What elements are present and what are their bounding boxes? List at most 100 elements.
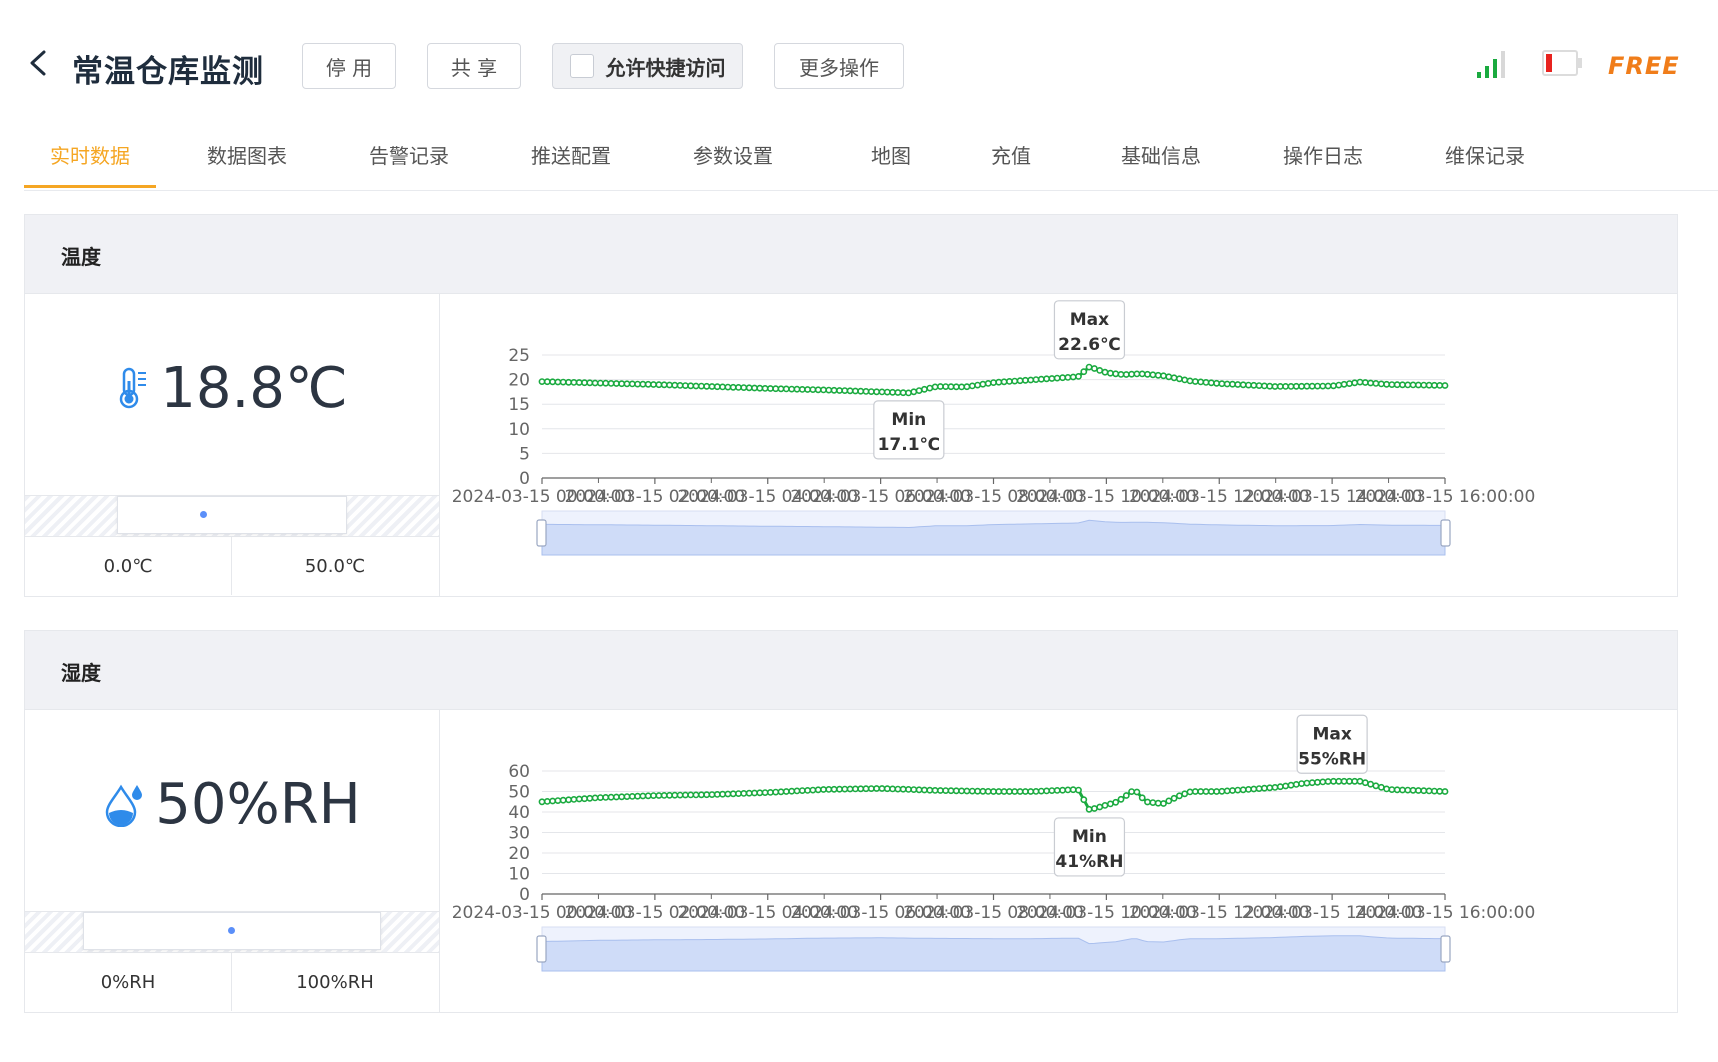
temperature-data-point	[942, 383, 950, 390]
temperature-data-point	[596, 379, 604, 387]
humidity-data-point	[777, 788, 785, 796]
temperature-line-chart[interactable]: 05101520252024-03-15 00:00:002024-03-15 …	[439, 293, 1675, 596]
humidity-data-point	[1276, 783, 1284, 791]
temperature-data-point	[1372, 380, 1380, 387]
temperature-data-point	[676, 382, 684, 389]
humidity-data-point	[1096, 803, 1104, 811]
temperature-data-point	[1393, 381, 1401, 389]
humidity-data-point	[1335, 777, 1343, 785]
humidity-data-point	[1186, 788, 1194, 796]
humidity-data-point	[1117, 795, 1125, 803]
tab-basic-info[interactable]: 基础信息	[1106, 140, 1216, 188]
humidity-data-point	[1319, 778, 1327, 786]
humidity-current: 50%RH	[25, 769, 439, 839]
humidity-data-point	[1144, 798, 1151, 806]
temperature-data-point	[857, 387, 865, 395]
disable-button[interactable]: 停 用	[302, 43, 396, 89]
temperature-data-point	[1266, 382, 1274, 390]
tab-maintenance-records[interactable]: 维保记录	[1430, 140, 1540, 188]
humidity-data-point	[1330, 777, 1337, 785]
temperature-data-point	[851, 387, 859, 395]
humidity-data-point	[671, 791, 679, 799]
temperature-min-tooltip-value: 17.1℃	[878, 435, 941, 455]
temperature-data-point	[862, 388, 870, 395]
temperature-data-point	[952, 383, 960, 391]
humidity-data-point	[1436, 787, 1444, 795]
humidity-data-point	[666, 791, 673, 799]
temperature-data-point	[692, 382, 700, 390]
humidity-data-point	[628, 793, 636, 800]
tab-alarm-records[interactable]: 告警记录	[354, 140, 464, 188]
temperature-data-point	[554, 378, 562, 386]
humidity-data-point	[1032, 788, 1040, 795]
humidity-panel-header: 湿度	[25, 631, 1677, 710]
temperature-data-point	[1144, 370, 1151, 378]
temperature-data-point	[1016, 377, 1024, 385]
temperature-data-point	[777, 385, 785, 393]
temperature-data-point	[1239, 381, 1247, 389]
active-tab-indicator	[24, 185, 156, 188]
temperature-y-tick-label: 10	[508, 420, 530, 440]
tab-push-config[interactable]: 推送配置	[516, 140, 626, 188]
humidity-data-point	[724, 790, 732, 798]
temperature-data-point	[1308, 382, 1316, 390]
temperature-data-point	[1170, 374, 1178, 382]
tab-recharge[interactable]: 充值	[976, 140, 1046, 188]
humidity-data-point	[660, 792, 668, 799]
temperature-panel: 温度 18.8℃ 0.0℃ 50.0℃ 0 5 10 15 20 25 2024-03-15…	[24, 214, 1678, 597]
humidity-data-point	[926, 786, 934, 794]
humidity-line-chart[interactable]: 01020304050602024-03-15 00:00:002024-03-…	[439, 709, 1675, 1012]
temperature-data-point	[628, 380, 636, 388]
temperature-data-point	[984, 380, 992, 387]
quick-access-toggle[interactable]: 允许快捷访问	[552, 43, 743, 89]
quick-access-checkbox[interactable]	[569, 54, 594, 78]
humidity-data-point	[846, 785, 854, 793]
humidity-data-point	[1011, 788, 1019, 795]
humidity-data-point	[1266, 784, 1274, 792]
humidity-data-point	[1245, 786, 1252, 793]
temperature-data-point	[1415, 381, 1422, 389]
humidity-data-point	[543, 798, 551, 805]
humidity-data-point	[1282, 782, 1289, 790]
tab-data-chart[interactable]: 数据图表	[192, 140, 302, 188]
share-button[interactable]: 共 享	[427, 43, 521, 89]
humidity-data-point	[1107, 800, 1114, 808]
humidity-data-point	[549, 797, 556, 805]
humidity-data-point	[740, 790, 748, 797]
temperature-data-point	[697, 382, 705, 390]
humidity-data-point	[1085, 805, 1093, 813]
humidity-data-point	[602, 794, 610, 801]
chevron-left-icon[interactable]	[24, 48, 54, 78]
humidity-data-point	[958, 787, 965, 795]
temperature-data-point	[883, 388, 891, 396]
temperature-y-tick-label: 0	[519, 469, 530, 489]
tab-realtime-data[interactable]: 实时数据	[24, 140, 156, 188]
humidity-data-point	[596, 794, 604, 801]
humidity-data-point	[1356, 777, 1364, 785]
tab-parameter-settings[interactable]: 参数设置	[678, 140, 788, 188]
more-actions-button[interactable]: 更多操作	[774, 43, 904, 89]
temperature-range-min: 0.0℃	[103, 555, 153, 577]
temperature-data-point	[1149, 371, 1157, 379]
humidity-data-point	[910, 786, 918, 793]
temperature-data-point	[1043, 375, 1050, 383]
humidity-data-point	[995, 788, 1003, 795]
humidity-data-point	[1170, 794, 1178, 802]
humidity-data-point	[857, 785, 865, 793]
tab-map[interactable]: 地图	[856, 140, 926, 188]
humidity-data-point	[1346, 777, 1353, 785]
temperature-data-point	[1276, 383, 1284, 390]
temperature-data-point	[1218, 380, 1226, 388]
humidity-data-point	[618, 793, 626, 801]
temperature-data-point	[1431, 381, 1438, 389]
temperature-data-point	[1303, 382, 1311, 390]
humidity-data-point	[751, 789, 758, 797]
temperature-data-point	[910, 388, 918, 396]
temperature-data-point	[958, 383, 965, 391]
humidity-data-point	[703, 791, 711, 799]
humidity-data-point	[782, 788, 790, 795]
humidity-data-point	[1239, 786, 1247, 794]
temperature-data-point	[559, 378, 567, 386]
tab-operation-log[interactable]: 操作日志	[1268, 140, 1378, 188]
humidity-data-point	[575, 795, 583, 803]
